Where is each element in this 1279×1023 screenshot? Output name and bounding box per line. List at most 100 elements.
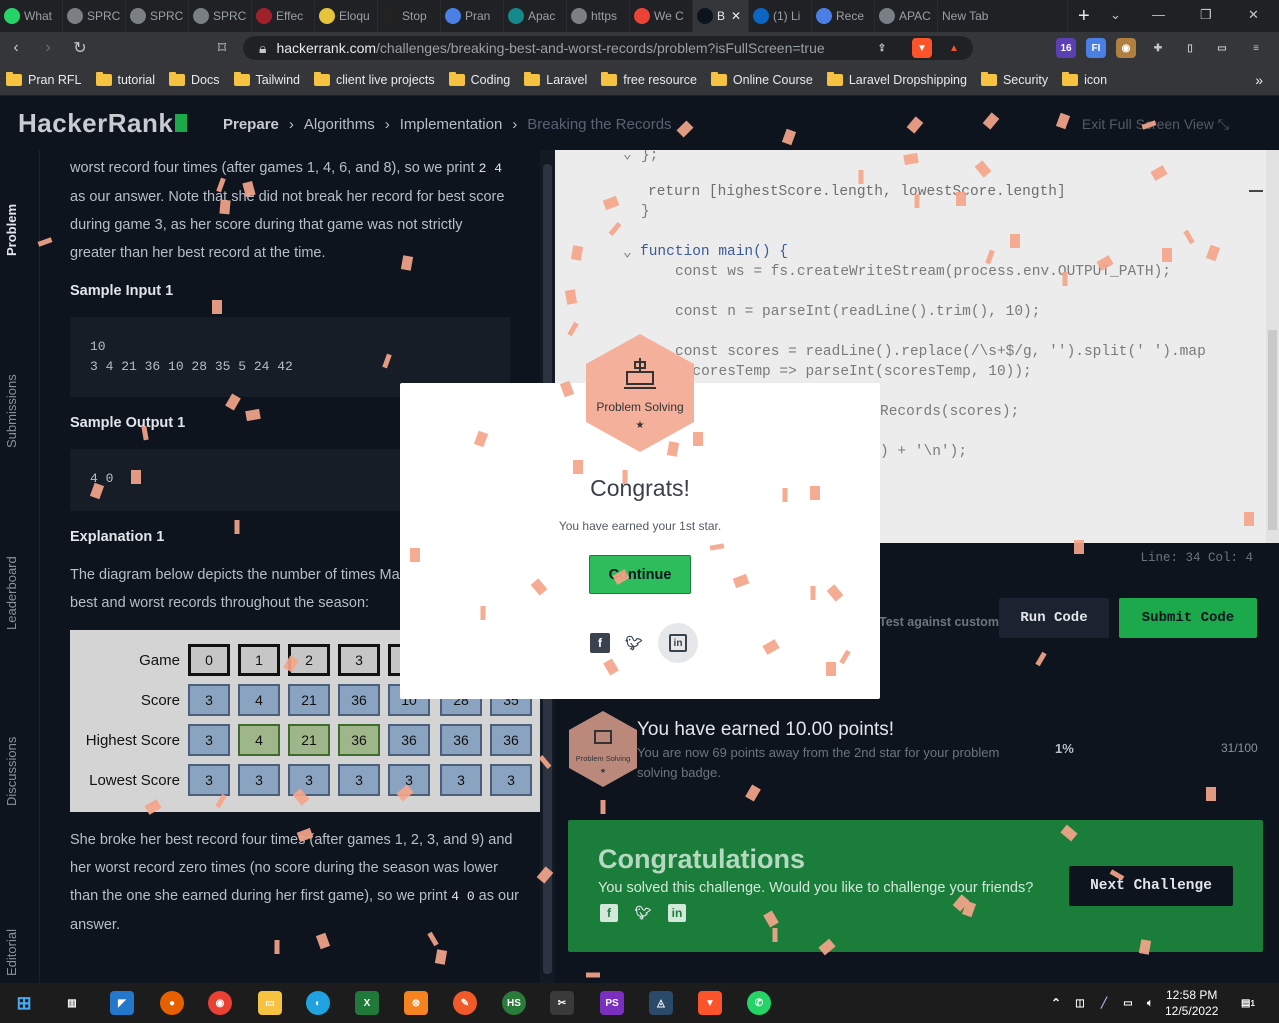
- hackerrank-app-icon[interactable]: HS: [502, 991, 526, 1015]
- browser-tab[interactable]: SPRC: [126, 0, 189, 32]
- exit-fullscreen-label: Exit Full Screen View: [1081, 116, 1214, 132]
- brave-rewards-icon[interactable]: ▲: [944, 38, 964, 58]
- bookmark-folder[interactable]: free resource: [601, 71, 697, 87]
- xampp-icon[interactable]: ⊗: [404, 991, 428, 1015]
- bookmark-folder[interactable]: Docs: [169, 71, 220, 87]
- breadcrumb-algorithms[interactable]: Algorithms: [304, 116, 375, 133]
- close-window-icon[interactable]: ✕: [1248, 7, 1259, 23]
- exit-fullscreen-link[interactable]: Exit Full Screen View ⤡: [1082, 116, 1229, 133]
- bookmark-folder[interactable]: Online Course: [710, 71, 813, 87]
- brave-shield-icon[interactable]: ▼: [912, 38, 932, 58]
- hackerrank-logo[interactable]: HackerRank: [18, 108, 188, 139]
- twitter-icon[interactable]: 🐦︎: [624, 633, 644, 653]
- volume-icon[interactable]: 🔈︎: [1138, 991, 1162, 1015]
- breadcrumb-prepare[interactable]: Prepare: [223, 116, 279, 133]
- more-bookmarks-icon[interactable]: »: [1255, 72, 1263, 88]
- mysql-workbench-icon[interactable]: ◬: [649, 991, 673, 1015]
- brave-icon[interactable]: ▼: [698, 991, 722, 1015]
- next-challenge-button[interactable]: Next Challenge: [1069, 866, 1233, 906]
- forward-icon[interactable]: ›: [32, 32, 64, 64]
- browser-tab[interactable]: Rece: [812, 0, 875, 32]
- breadcrumb-implementation[interactable]: Implementation: [400, 116, 503, 133]
- browser-tab[interactable]: (1) Li: [749, 0, 812, 32]
- windows-start-icon[interactable]: ⊞: [12, 991, 36, 1015]
- eye-extension-icon[interactable]: ◉: [1116, 38, 1136, 58]
- chrome-icon[interactable]: ◉: [208, 991, 232, 1015]
- run-code-button[interactable]: Run Code: [999, 598, 1109, 638]
- minimize-icon[interactable]: —: [1152, 7, 1165, 22]
- browser-tab[interactable]: Pran: [441, 0, 504, 32]
- continue-button[interactable]: Continue: [589, 555, 691, 594]
- browser-tab[interactable]: Effec: [252, 0, 315, 32]
- browser-tab[interactable]: New Tab: [938, 0, 1068, 32]
- browser-tab[interactable]: What: [0, 0, 63, 32]
- bookmark-folder[interactable]: Security: [980, 71, 1048, 87]
- chevron-up-icon[interactable]: ⌃: [1044, 991, 1068, 1015]
- url-field[interactable]: 🔒︎ hackerrank.com /challenges/breaking-b…: [243, 36, 973, 60]
- bookmark-label: tutorial: [117, 72, 156, 87]
- bookmark-page-icon[interactable]: ⌑: [206, 32, 238, 64]
- bookmark-folder[interactable]: Laravel Dropshipping: [826, 71, 967, 87]
- bookmark-folder[interactable]: Laravel: [524, 71, 587, 87]
- network-icon[interactable]: ▭: [1116, 991, 1140, 1015]
- chevron-down-icon[interactable]: ⌄: [1110, 7, 1121, 23]
- back-icon[interactable]: ‹: [0, 32, 32, 64]
- firefox-icon[interactable]: ●: [160, 991, 184, 1015]
- pen-icon[interactable]: ╱: [1092, 991, 1116, 1015]
- browser-tab[interactable]: SPRC: [63, 0, 126, 32]
- new-tab-icon[interactable]: +: [1078, 5, 1090, 28]
- tab-leaderboard[interactable]: Leaderboard: [4, 556, 19, 630]
- browser-tab[interactable]: We C: [630, 0, 693, 32]
- fold-icon[interactable]: ⌄: [623, 150, 632, 163]
- linkedin-icon[interactable]: in: [658, 623, 698, 663]
- share-icon[interactable]: ⇪: [872, 38, 892, 58]
- extension-icon[interactable]: 16: [1056, 38, 1076, 58]
- close-tab-icon[interactable]: ✕: [731, 9, 741, 23]
- browser-tab[interactable]: Eloqu: [315, 0, 378, 32]
- facebook-icon[interactable]: f: [600, 904, 618, 922]
- browser-tab[interactable]: Stop: [378, 0, 441, 32]
- browser-tab[interactable]: APAC: [875, 0, 938, 32]
- browser-tab[interactable]: SPRC: [189, 0, 252, 32]
- phpstorm-icon[interactable]: PS: [600, 991, 624, 1015]
- edge-icon[interactable]: ◐: [306, 991, 330, 1015]
- vscode-icon[interactable]: ◤: [110, 991, 134, 1015]
- browser-tab[interactable]: https: [567, 0, 630, 32]
- browser-tab[interactable]: Apac: [504, 0, 567, 32]
- wallet-icon[interactable]: ▭: [1212, 38, 1232, 58]
- bookmark-folder[interactable]: icon: [1062, 71, 1107, 87]
- postman-icon[interactable]: ✎: [453, 991, 477, 1015]
- linkedin-icon[interactable]: in: [668, 904, 686, 922]
- bookmark-folder[interactable]: client live projects: [313, 71, 435, 87]
- whatsapp-icon[interactable]: ✆: [747, 991, 771, 1015]
- twitter-icon[interactable]: 🐦︎: [634, 904, 652, 922]
- file-explorer-icon[interactable]: ▭: [258, 991, 282, 1015]
- excel-icon[interactable]: X: [355, 991, 379, 1015]
- bookmark-folder[interactable]: Tailwind: [233, 71, 300, 87]
- bookmark-folder[interactable]: tutorial: [95, 71, 156, 87]
- bookmark-folder[interactable]: Coding: [448, 71, 510, 87]
- puzzle-icon[interactable]: ✚: [1148, 38, 1168, 58]
- fi-extension-icon[interactable]: FI: [1086, 38, 1106, 58]
- menu-icon[interactable]: ≡: [1246, 38, 1266, 58]
- fold-icon[interactable]: ⌄: [623, 244, 632, 261]
- tray-icon[interactable]: ◫: [1068, 991, 1092, 1015]
- tab-problem[interactable]: Problem: [4, 204, 19, 256]
- tab-submissions[interactable]: Submissions: [4, 374, 19, 448]
- facebook-icon[interactable]: f: [590, 633, 610, 653]
- globe-icon: [67, 8, 83, 24]
- task-view-icon[interactable]: ▥: [60, 991, 84, 1015]
- bookmark-folder[interactable]: Pran RFL: [6, 71, 82, 87]
- reload-icon[interactable]: ↻: [64, 32, 96, 64]
- tab-editorial[interactable]: Editorial: [4, 929, 19, 976]
- snipping-tool-icon[interactable]: ✂: [550, 991, 574, 1015]
- notifications-icon[interactable]: ▤ 1: [1236, 991, 1260, 1015]
- editor-scrollbar[interactable]: [1266, 150, 1279, 543]
- clock[interactable]: 12:58 PM 12/5/2022: [1165, 987, 1218, 1019]
- sidebar-icon[interactable]: ▯: [1180, 38, 1200, 58]
- restore-icon[interactable]: ❐: [1200, 7, 1212, 23]
- scrollbar-thumb[interactable]: [1268, 330, 1277, 530]
- tab-discussions[interactable]: Discussions: [4, 737, 19, 806]
- submit-code-button[interactable]: Submit Code: [1119, 598, 1257, 638]
- browser-tab[interactable]: B ✕: [693, 0, 749, 32]
